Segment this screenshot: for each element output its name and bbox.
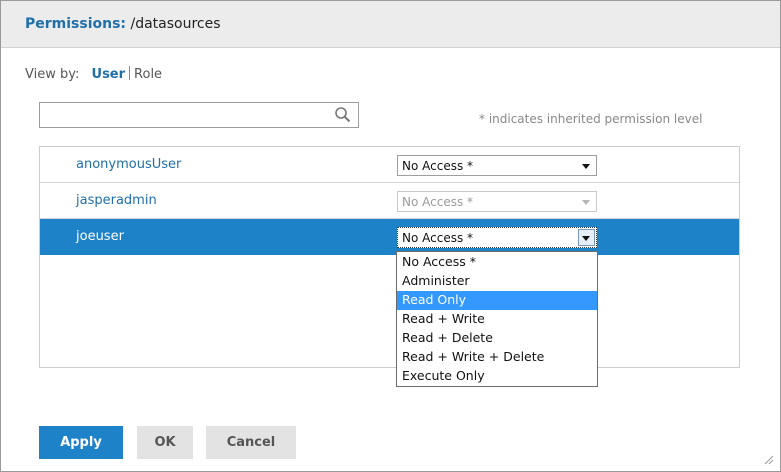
- dropdown-option-read-write-delete[interactable]: Read + Write + Delete: [397, 348, 597, 367]
- user-row-joeuser[interactable]: joeuser No Access *: [40, 219, 739, 255]
- cancel-button[interactable]: Cancel: [206, 426, 296, 459]
- permissions-dialog: Permissions: /datasources View by: User R…: [0, 0, 781, 472]
- view-by-role-option[interactable]: Role: [134, 67, 162, 82]
- search-input[interactable]: [44, 106, 328, 126]
- permission-dropdown-list: No Access * Administer Read Only Read + …: [396, 251, 598, 387]
- title-label: Permissions:: [25, 16, 127, 32]
- user-name: anonymousUser: [76, 157, 182, 172]
- user-row-anonymoususer[interactable]: anonymousUser No Access *: [40, 147, 739, 183]
- apply-button[interactable]: Apply: [39, 426, 123, 459]
- user-name: jasperadmin: [76, 193, 157, 208]
- option-label: Read + Write: [402, 311, 485, 326]
- resize-grip-icon[interactable]: [764, 455, 774, 465]
- permission-select: No Access *: [397, 191, 597, 212]
- inherited-permission-hint: * indicates inherited permission level: [479, 112, 703, 126]
- ok-button[interactable]: OK: [137, 426, 193, 459]
- dialog-titlebar[interactable]: Permissions: /datasources: [1, 1, 780, 48]
- dropdown-option-no-access[interactable]: No Access *: [397, 253, 597, 272]
- chevron-down-icon: [582, 236, 590, 241]
- permission-select[interactable]: No Access *: [397, 155, 597, 176]
- permission-select[interactable]: No Access *: [397, 227, 597, 248]
- user-permission-list: anonymousUser No Access * jasperadmin No…: [39, 146, 740, 368]
- permission-value: No Access *: [402, 231, 474, 245]
- search-icon[interactable]: [334, 106, 352, 124]
- view-by-separator: [129, 66, 131, 80]
- permission-value: No Access *: [402, 195, 474, 209]
- view-by-label: View by:: [25, 67, 80, 82]
- dropdown-option-read-write[interactable]: Read + Write: [397, 310, 597, 329]
- view-by-user-option[interactable]: User: [92, 67, 126, 82]
- dropdown-option-administer[interactable]: Administer: [397, 272, 597, 291]
- dialog-title: Permissions: /datasources: [25, 16, 221, 32]
- view-by-toggle: View by: User Role: [25, 66, 162, 82]
- option-label: No Access *: [402, 254, 476, 269]
- option-label: Execute Only: [402, 368, 485, 383]
- title-path: /datasources: [130, 16, 221, 32]
- dropdown-option-read-only[interactable]: Read Only: [397, 291, 597, 310]
- user-row-jasperadmin[interactable]: jasperadmin No Access *: [40, 183, 739, 219]
- option-label: Read Only: [402, 292, 467, 307]
- chevron-down-icon: [582, 200, 590, 205]
- user-name: joeuser: [76, 229, 124, 244]
- dropdown-toggle[interactable]: [578, 229, 595, 246]
- option-label: Read + Write + Delete: [402, 349, 545, 364]
- chevron-down-icon: [582, 164, 590, 169]
- search-box[interactable]: [39, 102, 359, 128]
- dropdown-option-read-delete[interactable]: Read + Delete: [397, 329, 597, 348]
- permission-value: No Access *: [402, 159, 474, 173]
- dropdown-option-execute-only[interactable]: Execute Only: [397, 367, 597, 386]
- option-label: Administer: [402, 273, 470, 288]
- option-label: Read + Delete: [402, 330, 493, 345]
